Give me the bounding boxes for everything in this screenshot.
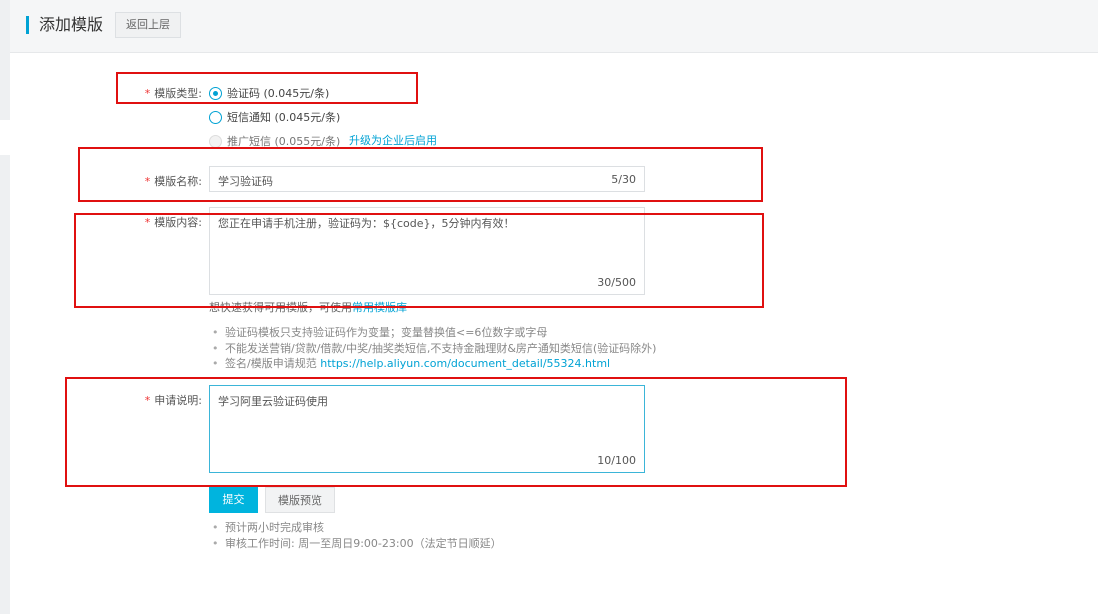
application-desc-counter: 10/100 [597, 454, 636, 467]
radio-promo-sms: 推广短信 (0.055元/条) [209, 133, 340, 149]
template-hint: 想快速获得可用模版，可使用常用模版库 [209, 301, 407, 314]
name-label: * 模版名称: [144, 175, 202, 188]
list-item: 预计两小时完成审核 [209, 520, 502, 536]
radio-checked-icon [209, 86, 222, 100]
list-item: 审核工作时间: 周一至周日9:00-23:00（法定节日顺延） [209, 536, 502, 552]
content-rules-list: 验证码模板只支持验证码作为变量；变量替换值<=6位数字或字母 不能发送营销/贷款… [209, 325, 656, 372]
template-content-value: 您正在申请手机注册，验证码为：${code}，5分钟内有效！ [218, 217, 515, 230]
required-mark: * [144, 87, 151, 100]
review-notes-list: 预计两小时完成审核 审核工作时间: 周一至周日9:00-23:00（法定节日顺延… [209, 520, 502, 551]
radio-icon [209, 110, 222, 124]
application-desc-textarea[interactable]: 学习阿里云验证码使用 10/100 [209, 385, 645, 473]
template-name-input[interactable]: 学习验证码 5/30 [209, 166, 645, 192]
radio-disabled-icon [209, 134, 222, 148]
template-name-counter: 5/30 [611, 173, 636, 186]
left-strip-lower [0, 155, 10, 614]
template-name-value: 学习验证码 [218, 175, 273, 188]
spec-doc-link[interactable]: https://help.aliyun.com/document_detail/… [320, 357, 610, 370]
back-button[interactable]: 返回上层 [115, 12, 181, 38]
list-item: 不能发送营销/贷款/借款/中奖/抽奖类短信,不支持金融理财&房产通知类短信(验证… [209, 341, 656, 357]
required-mark: * [144, 175, 151, 188]
type-label: * 模版类型: [144, 87, 202, 100]
application-desc-value: 学习阿里云验证码使用 [218, 395, 328, 408]
template-content-textarea[interactable]: 您正在申请手机注册，验证码为：${code}，5分钟内有效！ 30/500 [209, 207, 645, 295]
list-item: 验证码模板只支持验证码作为变量；变量替换值<=6位数字或字母 [209, 325, 656, 341]
template-library-link[interactable]: 常用模版库 [352, 301, 407, 314]
page-header: 添加模版 返回上层 [10, 0, 1098, 53]
title-accent-bar [26, 16, 29, 34]
preview-button[interactable]: 模版预览 [265, 487, 335, 513]
radio-sms-notice[interactable]: 短信通知 (0.045元/条) [209, 109, 340, 125]
required-mark: * [144, 216, 151, 229]
radio-verification-code[interactable]: 验证码 (0.045元/条) [209, 85, 329, 101]
content-label: * 模版内容: [144, 216, 202, 229]
list-item: 签名/模版申请规范 https://help.aliyun.com/docume… [209, 356, 656, 372]
required-mark: * [144, 394, 151, 407]
template-content-counter: 30/500 [597, 276, 636, 289]
desc-label: * 申请说明: [144, 394, 202, 407]
page-title: 添加模版 [39, 15, 104, 34]
left-strip [0, 0, 10, 120]
upgrade-link[interactable]: 升级为企业后启用 [349, 132, 437, 148]
submit-button[interactable]: 提交 [209, 487, 258, 513]
